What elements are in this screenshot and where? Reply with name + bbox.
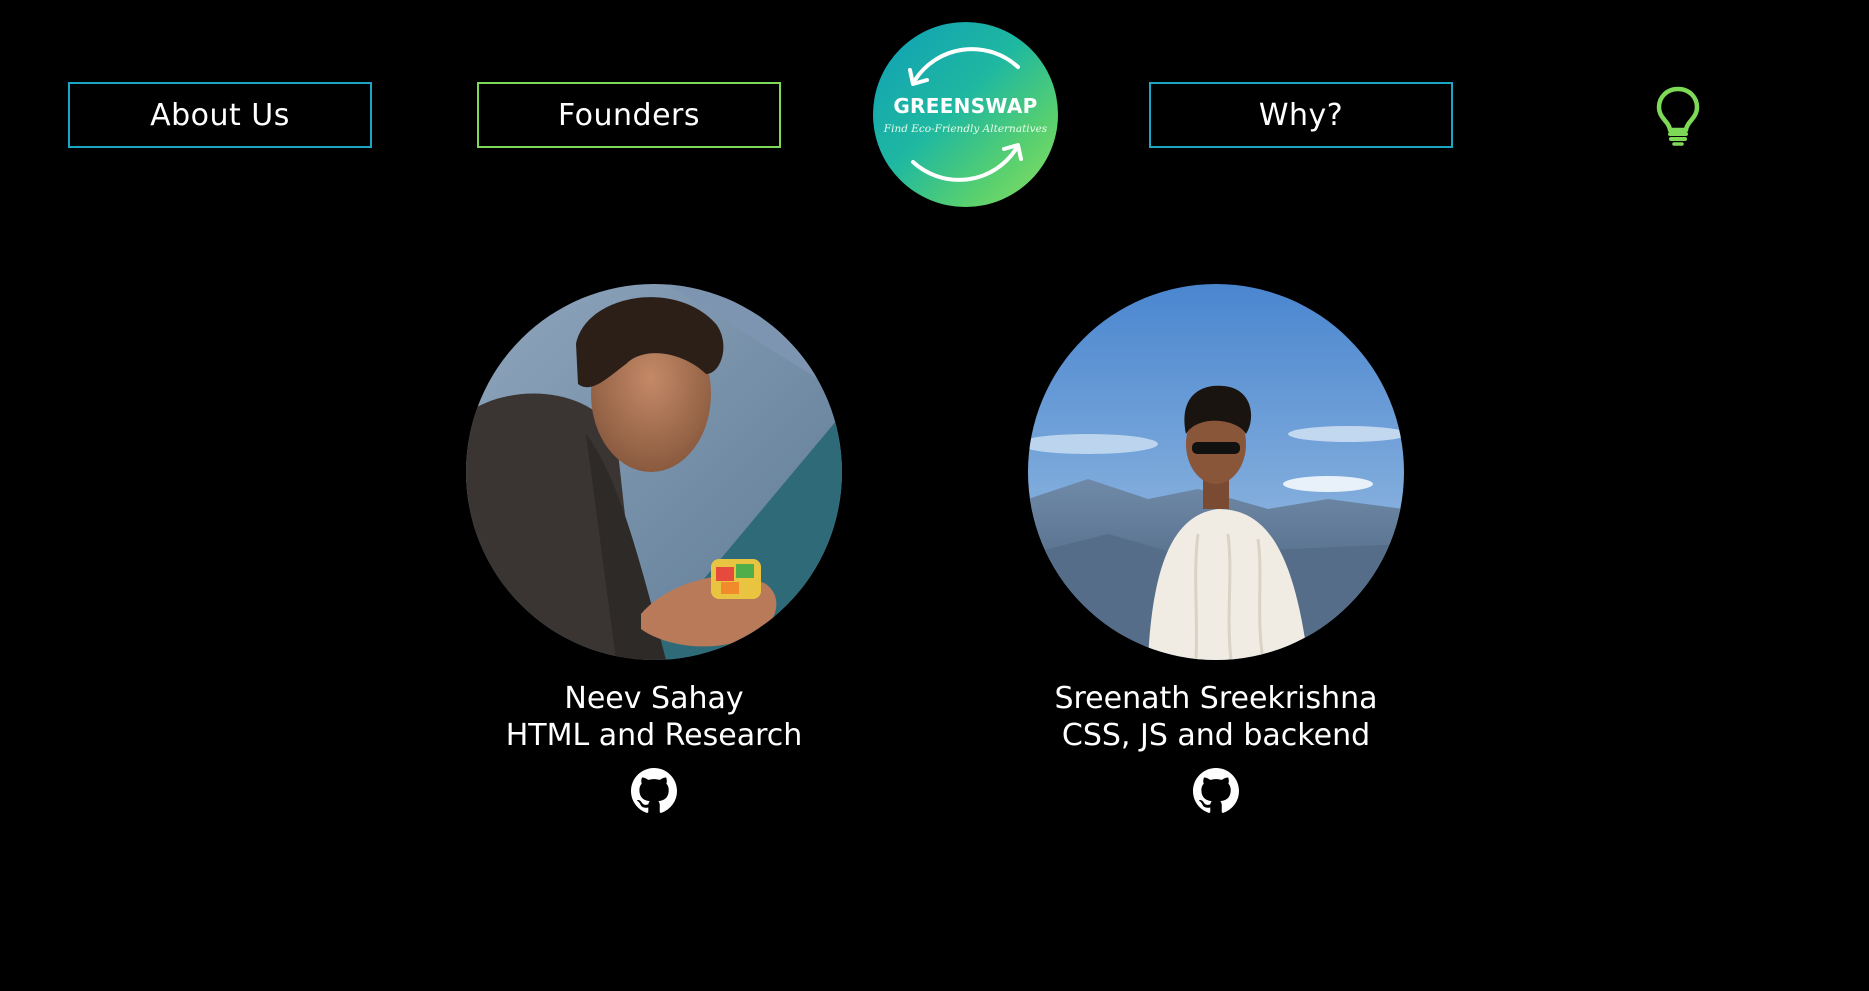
founders-button[interactable]: Founders — [477, 82, 781, 148]
founder-card: Neev Sahay HTML and Research — [454, 284, 854, 814]
greenswap-logo[interactable]: GREENSWAP Find Eco-Friendly Alternatives — [873, 22, 1058, 207]
founder-name: Neev Sahay — [564, 681, 744, 716]
about-us-button[interactable]: About Us — [68, 82, 372, 148]
github-icon[interactable] — [631, 768, 677, 814]
founder-role: HTML and Research — [505, 718, 803, 753]
founder-role: CSS, JS and backend — [1061, 718, 1371, 753]
founder-photo — [1028, 284, 1404, 660]
why-button[interactable]: Why? — [1149, 82, 1453, 148]
logo-tagline: Find Eco-Friendly Alternatives — [883, 123, 1048, 135]
founder-card: Sreenath Sreekrishna CSS, JS and backend — [1016, 284, 1416, 814]
logo-title: GREENSWAP — [893, 94, 1038, 118]
page: About Us Founders GREENSWAP Find Eco-Fri… — [0, 0, 1869, 991]
founder-photo — [466, 284, 842, 660]
founder-name: Sreenath Sreekrishna — [1054, 681, 1378, 716]
lightbulb-icon[interactable] — [1656, 86, 1700, 146]
github-icon[interactable] — [1193, 768, 1239, 814]
